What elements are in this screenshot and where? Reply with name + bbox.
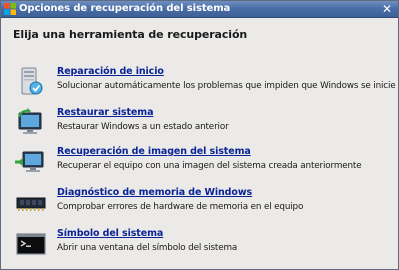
command-prompt-link[interactable]: Símbolo del sistema (57, 228, 163, 239)
startup-repair-icon (21, 67, 43, 95)
system-restore-link[interactable]: Restaurar sistema (57, 107, 153, 118)
system-restore-icon (17, 108, 42, 134)
recovery-options-window: Opciones de recuperación del sistema ✕ E… (0, 0, 399, 270)
system-image-recovery-link[interactable]: Recuperación de imagen del sistema (57, 146, 251, 157)
system-restore-description: Restaurar Windows a un estado anterior (57, 122, 229, 132)
title-bar: Opciones de recuperación del sistema ✕ (1, 1, 398, 18)
startup-repair-link[interactable]: Reparación de inicio (57, 66, 164, 77)
startup-repair-description: Solucionar automáticamente los problemas… (57, 81, 396, 91)
command-prompt-description: Abrir una ventana del símbolo del sistem… (57, 243, 238, 253)
command-prompt-icon (16, 233, 46, 255)
window-title: Opciones de recuperación del sistema (19, 3, 231, 14)
page-heading: Elija una herramienta de recuperación (13, 28, 248, 41)
memory-diagnostic-description: Comprobar errores de hardware de memoria… (57, 202, 304, 212)
tool-system-image-recovery: Recuperación de imagen del sistema Recup… (15, 146, 387, 182)
tool-startup-repair: Reparación de inicio Solucionar automáti… (15, 66, 396, 102)
tool-system-restore: Restaurar sistema Restaurar Windows a un… (15, 107, 387, 143)
memory-diagnostic-link[interactable]: Diagnóstico de memoria de Windows (57, 187, 252, 198)
system-image-recovery-description: Recuperar el equipo con una imagen del s… (57, 161, 362, 171)
memory-diagnostic-icon (16, 197, 46, 211)
tool-memory-diagnostic: Diagnóstico de memoria de Windows Compro… (15, 187, 387, 223)
windows-logo-icon (4, 3, 16, 15)
tool-command-prompt: Símbolo del sistema Abrir una ventana de… (15, 228, 387, 264)
system-image-recovery-icon (15, 151, 44, 172)
close-button[interactable]: ✕ (380, 2, 394, 16)
